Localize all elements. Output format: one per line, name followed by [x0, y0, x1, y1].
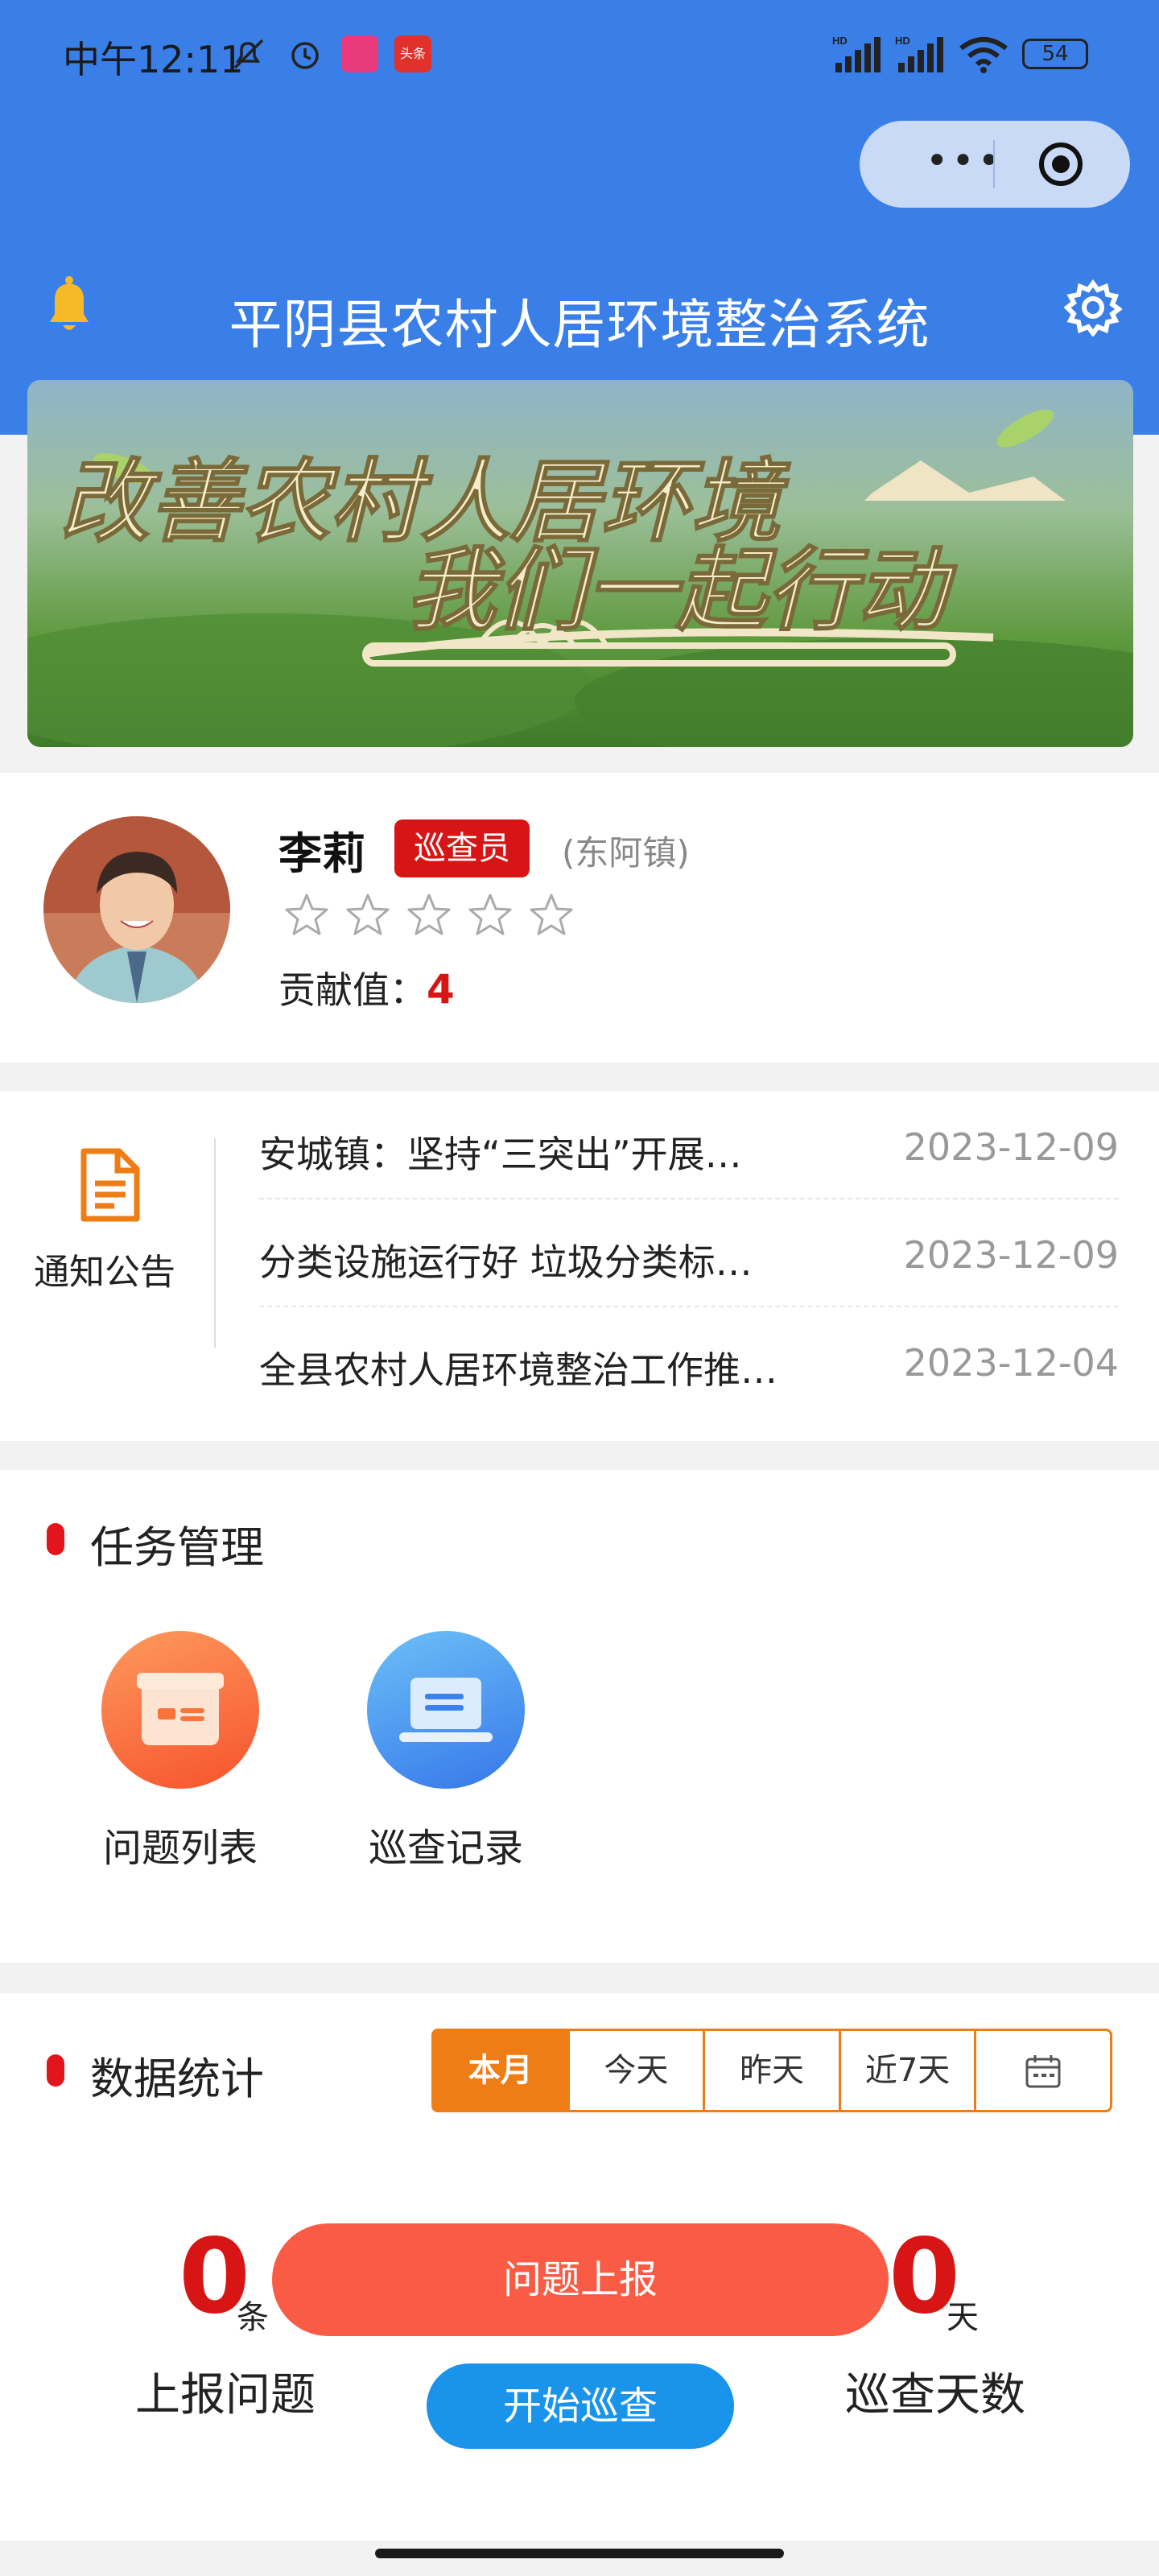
task-title: 任务管理 [90, 1522, 264, 1573]
task-card: 任务管理 问题列表 巡查记录 [0, 1470, 1159, 1963]
notice-card: 通知公告 安城镇：坚持“三突出”开展… 2023-12-09 分类设施运行好 垃… [0, 1092, 1159, 1441]
notice-item[interactable]: 全县农村人居环境整治工作推… 2023-12-04 [259, 1307, 1119, 1414]
star-icon [346, 894, 390, 935]
notice-label: 通知公告 [34, 1252, 175, 1293]
battery-icon: 54 [1022, 39, 1088, 69]
toutiao-icon: 头条 [394, 35, 431, 72]
contribution: 贡献值：4 [278, 961, 455, 1014]
task-label: 巡查记录 [368, 1826, 523, 1871]
start-inspection-button[interactable]: 开始巡查 [427, 2363, 734, 2449]
notice-title: 安城镇：坚持“三突出”开展… [259, 1133, 742, 1176]
section-marker [47, 1523, 64, 1555]
status-bar: 中午12:11 头条 HD HD 54 [0, 0, 1159, 113]
capsule-divider [993, 140, 995, 188]
svg-text:HD: HD [832, 35, 848, 47]
notice-item[interactable]: 分类设施运行好 垃圾分类标… 2023-12-09 [259, 1199, 1119, 1307]
inspection-days-label: 巡查天数 [845, 2369, 1025, 2421]
bell-icon[interactable] [40, 274, 98, 338]
close-miniprogram-icon[interactable] [1037, 140, 1085, 188]
notice-item[interactable]: 安城镇：坚持“三突出”开展… 2023-12-09 [259, 1092, 1119, 1199]
user-name: 李莉 [278, 828, 365, 879]
app-notification-icon [341, 35, 378, 72]
calendar-icon [1025, 2055, 1061, 2088]
notice-date: 2023-12-04 [903, 1341, 1119, 1385]
avatar[interactable] [43, 816, 230, 1003]
inbox-icon [101, 1631, 259, 1789]
contribution-label: 贡献值： [278, 968, 427, 1012]
tab-today[interactable]: 今天 [570, 2031, 706, 2110]
notice-title: 分类设施运行好 垃圾分类标… [259, 1241, 753, 1284]
navbar: 平阴县农村人居环境整治系统 [0, 266, 1159, 356]
settings-gear-icon[interactable] [1064, 279, 1122, 336]
home-indicator[interactable] [375, 2549, 784, 2558]
report-problem-button[interactable]: 问题上报 [272, 2223, 889, 2336]
document-icon [80, 1148, 140, 1222]
star-icon [285, 894, 328, 935]
section-marker [47, 2054, 64, 2087]
date-filter-tabs: 本月 今天 昨天 近7天 [431, 2029, 1112, 2112]
reported-unit: 条 [237, 2299, 269, 2336]
star-icon [468, 894, 512, 935]
inspection-days-unit: 天 [947, 2299, 979, 2336]
notice-date: 2023-12-09 [903, 1125, 1119, 1169]
page-title: 平阴县农村人居环境整治系统 [229, 294, 930, 356]
role-badge: 巡查员 [394, 819, 530, 877]
signal-icon: HD [832, 35, 881, 72]
star-icon [407, 894, 451, 935]
mute-icon [233, 39, 264, 69]
task-label: 问题列表 [102, 1826, 258, 1871]
signal-2-icon: HD [895, 35, 943, 72]
stats-title: 数据统计 [90, 2054, 264, 2104]
avatar-image [43, 816, 230, 1003]
wifi-icon [959, 37, 1008, 73]
profile-card: 李莉 巡查员 (东阿镇) 贡献值：4 [0, 773, 1159, 1063]
notice-date: 2023-12-09 [903, 1233, 1119, 1277]
contribution-value: 4 [427, 966, 455, 1013]
alarm-icon [291, 42, 319, 69]
more-menu-icon[interactable]: ••• [926, 142, 1004, 180]
tab-last-7-days[interactable]: 近7天 [841, 2031, 977, 2110]
notice-title: 全县农村人居环境整治工作推… [259, 1348, 777, 1392]
tab-this-month[interactable]: 本月 [434, 2031, 570, 2110]
calendar-button[interactable] [976, 2031, 1110, 2110]
promo-banner[interactable]: 改善农村人居环境 我们一起行动 [27, 380, 1133, 747]
banner-image: 改善农村人居环境 我们一起行动 [27, 380, 1133, 747]
notice-divider [214, 1138, 216, 1348]
rating-stars [283, 892, 589, 940]
laptop-icon [367, 1631, 525, 1789]
miniprogram-capsule: ••• [860, 121, 1130, 208]
reported-label: 上报问题 [135, 2369, 316, 2421]
user-town: (东阿镇) [562, 833, 690, 873]
battery-level: 54 [1041, 42, 1069, 66]
status-time: 中午12:11 [63, 38, 244, 81]
banner-line2: 我们一起行动 [406, 539, 958, 643]
svg-text:HD: HD [895, 35, 910, 47]
tab-yesterday[interactable]: 昨天 [705, 2031, 841, 2110]
star-icon [530, 894, 573, 935]
